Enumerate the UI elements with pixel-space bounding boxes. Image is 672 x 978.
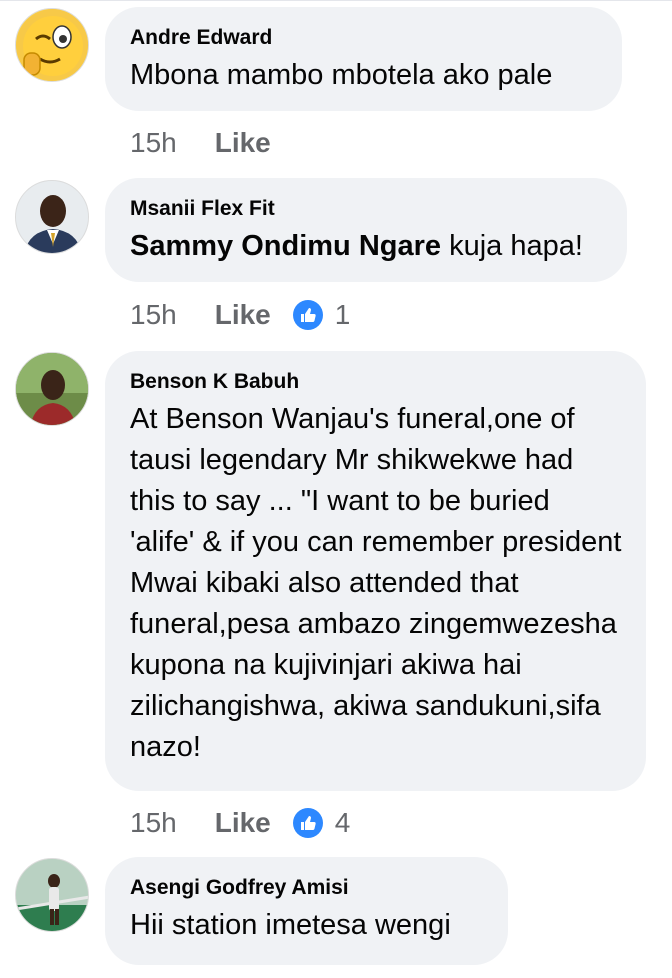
- avatar[interactable]: [15, 858, 89, 932]
- comment-author[interactable]: Andre Edward: [130, 25, 598, 51]
- avatar[interactable]: [15, 180, 89, 254]
- comment-text-rest: kuja hapa!: [441, 230, 583, 262]
- reaction-count: 1: [334, 299, 351, 330]
- comment-bubble: Asengi Godfrey Amisi Hii station imetesa…: [105, 857, 508, 965]
- comment-author[interactable]: Benson K Babuh: [130, 369, 622, 395]
- comment-bubble: Msanii Flex Fit Sammy Ondimu Ngare kuja …: [105, 178, 627, 282]
- comment-meta: 15h Like: [130, 126, 271, 160]
- comment-text: Mbona mambo mbotela ako pale: [130, 59, 553, 91]
- like-button[interactable]: Like: [215, 127, 271, 159]
- winking-emoji-avatar-icon: [16, 9, 88, 81]
- profile-photo-icon: [16, 181, 88, 253]
- comment-meta: 15h Like 1: [130, 298, 350, 332]
- avatar[interactable]: [15, 8, 89, 82]
- comment-meta: 15h Like 4: [130, 806, 350, 840]
- comment-time[interactable]: 15h: [130, 127, 177, 159]
- reaction-summary[interactable]: 1: [292, 299, 351, 331]
- comment-bubble: Andre Edward Mbona mambo mbotela ako pal…: [105, 7, 622, 111]
- avatar[interactable]: [15, 352, 89, 426]
- comment-author[interactable]: Msanii Flex Fit: [130, 196, 603, 222]
- reaction-count: 4: [334, 807, 351, 838]
- comment-text: Sammy Ondimu Ngare kuja hapa!: [130, 226, 603, 267]
- like-button[interactable]: Like: [215, 299, 271, 331]
- mention-link[interactable]: Sammy Ondimu Ngare: [130, 230, 441, 262]
- comment-time[interactable]: 15h: [130, 807, 177, 839]
- comment-text: At Benson Wanjau's funeral,one of tausi …: [130, 403, 622, 763]
- profile-photo-icon: [16, 859, 88, 931]
- thumbs-up-icon: [292, 300, 323, 330]
- reaction-summary[interactable]: 4: [292, 807, 351, 839]
- comment-time[interactable]: 15h: [130, 299, 177, 331]
- comment-text: Hii station imetesa wengi: [130, 909, 451, 941]
- comment-author[interactable]: Asengi Godfrey Amisi: [130, 875, 484, 901]
- thumbs-up-icon: [292, 808, 323, 838]
- comment-bubble: Benson K Babuh At Benson Wanjau's funera…: [105, 351, 646, 791]
- top-divider: [0, 0, 672, 6]
- profile-photo-icon: [16, 353, 88, 425]
- like-button[interactable]: Like: [215, 807, 271, 839]
